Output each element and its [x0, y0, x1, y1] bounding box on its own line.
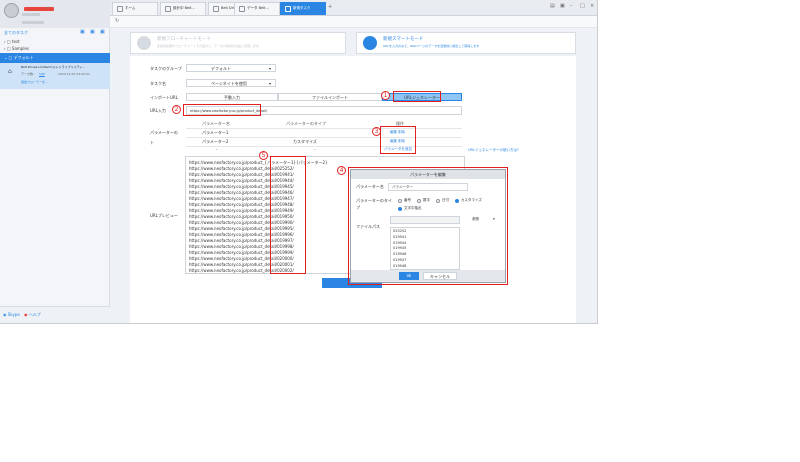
tab-data[interactable]: データ Belt... [234, 2, 280, 15]
sidebar-footer: ◉ Skype ◉ ヘルプ [0, 306, 110, 323]
annotation-marker-1: 1 [381, 91, 390, 100]
app-window: × 全てのタスク ▣ ▣ ▣ › □ test › □ Samples ⌄ □ … [0, 0, 598, 324]
flowchart-icon [137, 36, 151, 50]
flow-mode-desc: 多段階処理やフローチャートでの設計で、データの取得を自由に定義します。 [157, 44, 262, 48]
account-subtext [22, 13, 40, 16]
chevron-right-icon: › □ [4, 46, 12, 51]
group-label: タスクのグループ [150, 66, 182, 71]
task-action-link[interactable]: 関連クローラーを... [21, 81, 48, 84]
help-link[interactable]: ◉ ヘルプ [24, 313, 41, 317]
url-input-label: URL入力 [150, 108, 166, 113]
task-item[interactable]: ⌂ Belt Drives Limitedベルトドライブリミティ... データ数… [0, 63, 110, 89]
annotation-box-5 [270, 156, 306, 274]
account-close-icon[interactable]: × [46, 6, 49, 10]
table-divider [186, 146, 462, 147]
sidebar-item-label: ⌄ □ デフォルト [4, 55, 34, 60]
tab-bar: ホーム 設計中 Belt... Belt Drives... データ Belt.… [110, 0, 597, 16]
minimize-icon[interactable]: – [570, 4, 573, 9]
import-url-label: インポートURL [150, 95, 178, 100]
tab-new-task[interactable]: 新規タスク [280, 2, 326, 15]
new-task-icon[interactable]: ▣ [80, 30, 85, 35]
param-row-2-type: カスタマイズ [293, 139, 317, 144]
sidebar-item-default[interactable]: ⌄ □ デフォルト [0, 53, 110, 63]
annotation-marker-2: 2 [172, 105, 181, 114]
param-row-2-name: パラメーター2 [202, 139, 229, 144]
param-row-3-name: - [216, 147, 218, 152]
annotation-box-2 [183, 104, 261, 116]
task-icon: ⌂ [8, 68, 12, 75]
chevron-down-icon: ▾ [269, 81, 272, 86]
tab-icon [213, 6, 219, 12]
task-type-select[interactable]: ページネイトを使用 ▾ [186, 79, 276, 87]
manual-input-button[interactable]: 手動入力 [186, 93, 278, 101]
table-divider [186, 137, 462, 138]
smart-mode-title: 新規スマートモード [383, 37, 424, 42]
chevron-right-icon: › □ [4, 39, 12, 44]
sidebar-item-test[interactable]: › □ test [4, 40, 20, 44]
home-icon [117, 6, 123, 12]
smart-mode-desc: URLを入力のみで、Webページのデータを自動的に検出して取得します [383, 44, 480, 48]
table-divider [186, 128, 462, 129]
task-meta-label: データ数: [21, 72, 35, 76]
tab-design[interactable]: 設計中 Belt... [160, 2, 206, 15]
close-window-icon[interactable]: × [590, 4, 594, 9]
window-menu-icon[interactable]: ▤ [550, 4, 555, 9]
chevron-down-icon: ⌄ □ [4, 55, 14, 60]
param-row-3-type: - [314, 147, 316, 152]
window-help-icon[interactable]: ▣ [560, 4, 565, 9]
sidebar: × 全てのタスク ▣ ▣ ▣ › □ test › □ Samples ⌄ □ … [0, 0, 110, 323]
annotation-marker-3: 3 [372, 127, 381, 136]
col-header-type: パラメーターのタイプ [286, 121, 326, 126]
page-toolbar: ↻ [110, 16, 597, 28]
task-data-count[interactable]: 598 [39, 73, 45, 76]
task-name: Belt Drives Limitedベルトドライブリミティ... [21, 65, 86, 69]
file-import-button[interactable]: ファイルインポート [278, 93, 382, 101]
param-list-label-2: ト [150, 140, 154, 145]
annotation-box-4 [348, 167, 508, 285]
url-preview-label: URLプレビュー [150, 213, 178, 218]
sidebar-item-samples[interactable]: › □ Samples [4, 47, 29, 51]
annotation-marker-5: 5 [259, 151, 268, 160]
chevron-down-icon: ▾ [269, 66, 272, 71]
refresh-icon[interactable]: ↻ [115, 19, 119, 24]
tab-icon [239, 6, 245, 12]
smart-mode-icon [363, 36, 377, 50]
new-folder-icon[interactable]: ▣ [90, 30, 95, 35]
flow-mode-title: 新規フローチャートモード [157, 37, 211, 42]
import-icon[interactable]: ▣ [100, 30, 105, 35]
annotation-marker-4: 4 [337, 166, 346, 175]
tab-icon [285, 6, 291, 12]
flow-mode-card[interactable]: 新規フローチャートモード 多段階処理やフローチャートでの設計で、データの取得を自… [130, 32, 346, 54]
task-time: 2023-12-07 03:02:01 [58, 72, 90, 76]
add-tab-icon[interactable]: + [328, 5, 332, 10]
tab-home[interactable]: ホーム [112, 2, 158, 15]
avatar[interactable] [4, 3, 19, 18]
group-select[interactable]: デフォルト ▾ [186, 64, 276, 72]
redacted-username [24, 7, 54, 11]
account-info [22, 21, 44, 24]
help-link-generator[interactable]: URLジェネレーターの使い方は? [468, 148, 519, 153]
annotation-box-3 [380, 126, 416, 154]
annotation-box-1 [393, 91, 441, 102]
param-list-label: パラメーターの [150, 130, 178, 135]
skype-link[interactable]: ◉ Skype [3, 313, 20, 317]
smart-mode-card[interactable]: 新規スマートモード URLを入力のみで、Webページのデータを自動的に検出して取… [356, 32, 576, 54]
maximize-icon[interactable]: □ [580, 4, 585, 9]
sidebar-item-label: test [11, 39, 20, 44]
col-header-name: パラメーター名 [202, 121, 230, 126]
tab-icon [165, 6, 171, 12]
all-tasks-link[interactable]: 全てのタスク [4, 31, 28, 35]
task-type-label: タスク名 [150, 81, 166, 86]
sidebar-item-label: Samples [11, 46, 30, 51]
param-row-1-name: パラメーター1 [202, 130, 229, 135]
account-header: × [0, 0, 110, 28]
